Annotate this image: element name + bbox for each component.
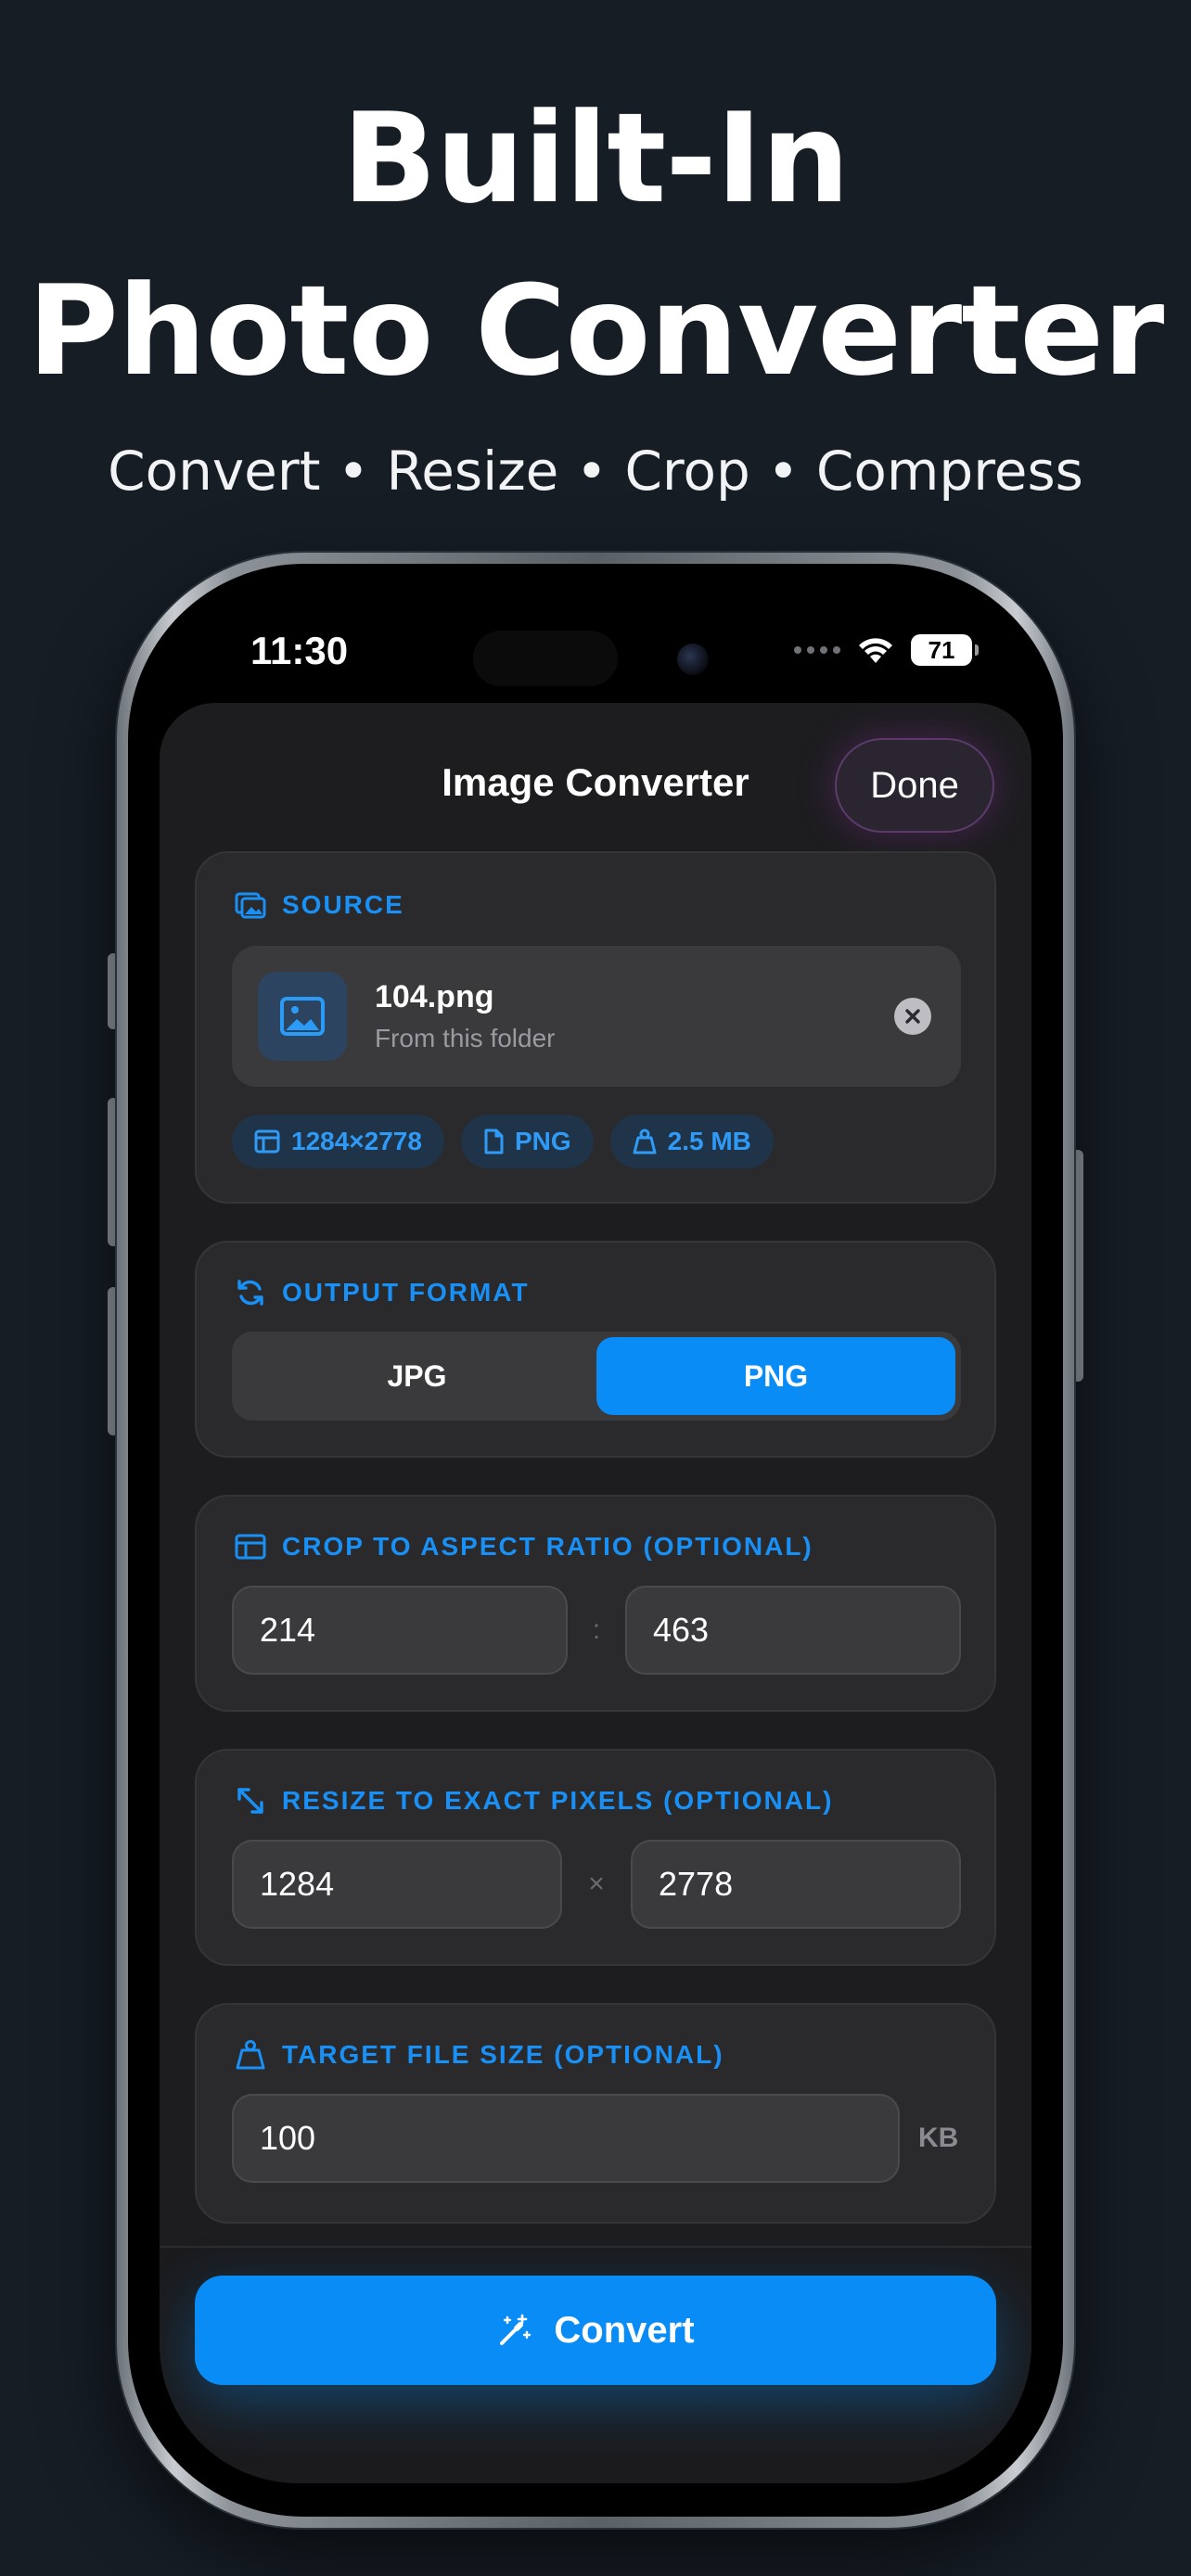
target-size-header: TARGET FILE SIZE (OPTIONAL)	[234, 2038, 724, 2072]
resize-header-label: RESIZE TO EXACT PIXELS (OPTIONAL)	[282, 1786, 834, 1815]
expand-arrows-icon	[237, 1788, 263, 1814]
resize-width-input[interactable]: 1284	[232, 1840, 562, 1929]
convert-button[interactable]: Convert	[195, 2276, 996, 2385]
target-size-header-label: TARGET FILE SIZE (OPTIONAL)	[282, 2040, 724, 2069]
photo-stack-icon	[235, 892, 266, 919]
format-option-png[interactable]: PNG	[596, 1337, 955, 1415]
image-converter-sheet: Image Converter Done SOURCE 104.png From…	[160, 703, 1031, 2483]
source-card: SOURCE 104.png From this folder 1284×277…	[195, 851, 996, 1204]
source-header: SOURCE	[234, 888, 404, 922]
crop-separator: :	[592, 1614, 601, 1645]
dynamic-island	[473, 631, 618, 686]
dimensions-chip: 1284×2778	[232, 1115, 444, 1168]
status-time: 11:30	[250, 629, 349, 672]
resize-separator: ×	[588, 1868, 605, 1899]
resize-header: RESIZE TO EXACT PIXELS (OPTIONAL)	[234, 1784, 833, 1817]
done-button[interactable]: Done	[835, 738, 994, 833]
file-location: From this folder	[375, 1024, 556, 1052]
scale-weight-icon	[236, 2040, 265, 2070]
output-format-card: OUTPUT FORMAT JPG PNG	[195, 1241, 996, 1458]
format-chip: PNG	[460, 1115, 594, 1168]
format-chip-label: PNG	[514, 1127, 571, 1155]
magic-wand-icon	[500, 2314, 531, 2345]
dimensions-chip-label: 1284×2778	[291, 1127, 422, 1155]
source-header-label: SOURCE	[282, 890, 404, 919]
source-metadata-chips: 1284×2778 PNG 2.5 MB	[232, 1115, 774, 1168]
target-size-card: TARGET FILE SIZE (OPTIONAL) 100 KB	[195, 2003, 996, 2224]
promo-screen: Built-In Photo Converter Convert • Resiz…	[0, 0, 1191, 2576]
clear-source-button[interactable]	[894, 998, 931, 1035]
filesize-chip: 2.5 MB	[609, 1115, 774, 1168]
format-option-jpg[interactable]: JPG	[237, 1337, 596, 1415]
aspect-ratio-icon	[235, 1534, 266, 1560]
crop-card: CROP TO ASPECT RATIO (OPTIONAL) 214 : 46…	[195, 1495, 996, 1712]
crop-header-label: CROP TO ASPECT RATIO (OPTIONAL)	[282, 1532, 813, 1561]
convert-button-label: Convert	[554, 2309, 695, 2351]
refresh-arrows-icon	[237, 1280, 263, 1306]
signal-dots-icon	[794, 646, 840, 654]
target-size-input[interactable]: 100	[232, 2094, 900, 2183]
output-format-header-label: OUTPUT FORMAT	[282, 1278, 530, 1307]
crop-width-input[interactable]: 214	[232, 1586, 568, 1675]
output-format-header: OUTPUT FORMAT	[234, 1276, 530, 1309]
status-icons: 71	[794, 634, 979, 666]
wifi-icon	[859, 638, 892, 663]
promo-title-line2: Photo Converter	[27, 259, 1165, 403]
format-segmented-control: JPG PNG	[232, 1332, 961, 1421]
photo-icon	[280, 997, 325, 1036]
file-thumbnail	[258, 972, 347, 1061]
crop-height-input[interactable]: 463	[625, 1586, 961, 1675]
source-file-row[interactable]: 104.png From this folder	[232, 946, 961, 1087]
promo-subtitle: Convert • Resize • Crop • Compress	[108, 440, 1083, 503]
resize-card: RESIZE TO EXACT PIXELS (OPTIONAL) 1284 ×…	[195, 1749, 996, 1966]
promo-title-line1: Built-In	[341, 86, 850, 231]
close-icon	[905, 1009, 920, 1024]
scale-weight-icon	[633, 1129, 657, 1154]
camera-icon	[677, 644, 709, 675]
filesize-chip-label: 2.5 MB	[667, 1127, 751, 1155]
resize-height-input[interactable]: 2778	[631, 1840, 961, 1929]
file-name: 104.png	[375, 979, 494, 1014]
document-icon	[484, 1129, 504, 1154]
target-size-unit: KB	[918, 2123, 959, 2153]
aspect-ratio-icon	[254, 1129, 280, 1154]
battery-icon: 71	[911, 634, 979, 666]
crop-header: CROP TO ASPECT RATIO (OPTIONAL)	[234, 1530, 813, 1563]
